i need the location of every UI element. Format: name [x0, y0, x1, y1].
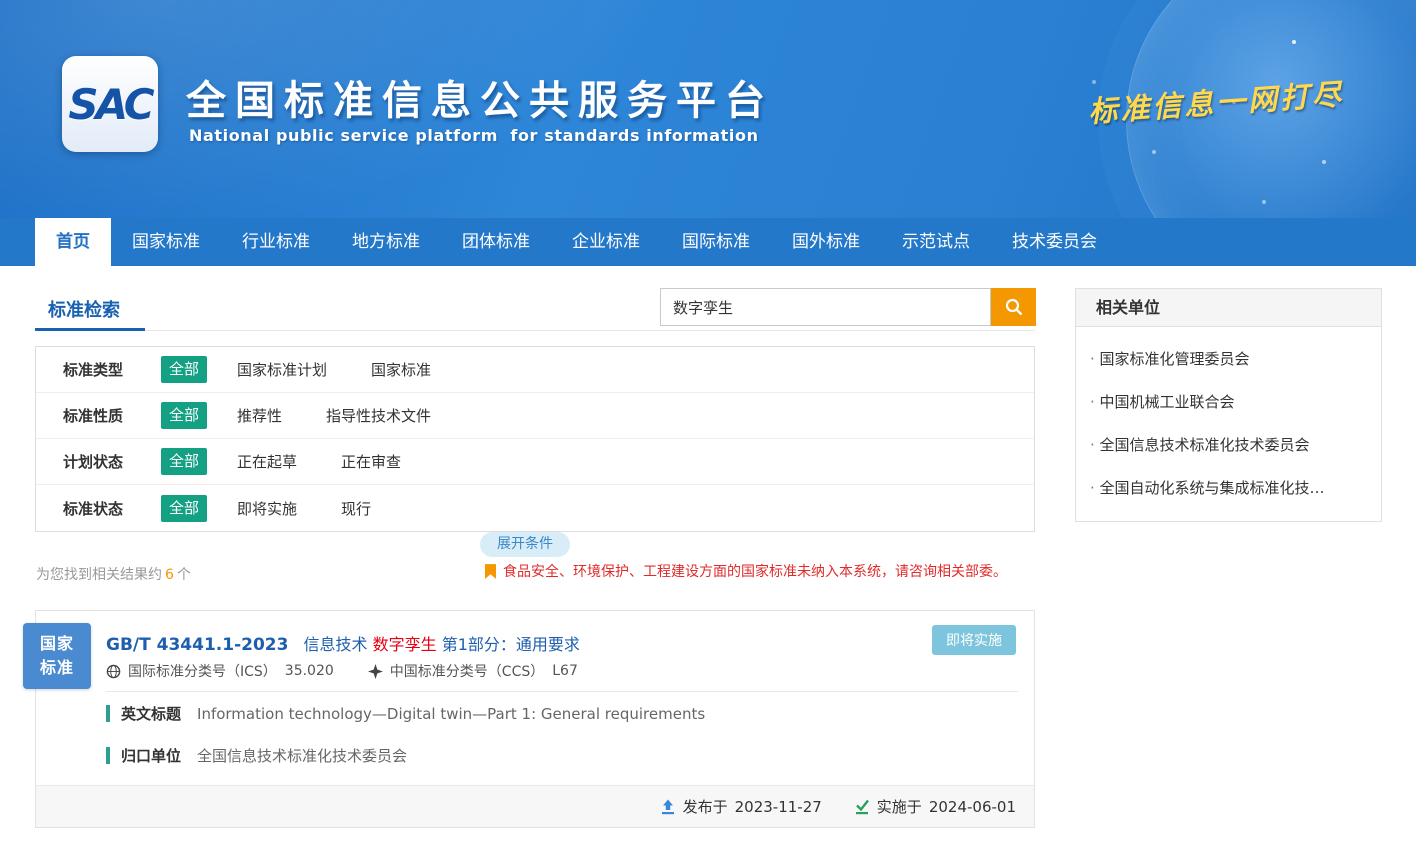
filter-all-button[interactable]: 全部: [161, 448, 207, 475]
national-standard-badge: 国家标准: [23, 623, 91, 689]
implementation-date: 2024-06-01: [929, 798, 1016, 816]
national-standard-badge-label: 国家标准: [39, 632, 75, 680]
site-title: 全国标准信息公共服务平台: [186, 68, 774, 126]
globe-dots-decoration: [1292, 40, 1296, 44]
english-title-row: 英文标题 Information technology—Digital twin…: [106, 703, 705, 724]
sac-logo-text: SAC: [68, 80, 151, 129]
filter-label: 标准性质: [63, 405, 161, 426]
site-subtitle: National public service platform for sta…: [189, 126, 759, 145]
nav-item-national-standards[interactable]: 国家标准: [111, 218, 221, 266]
standard-title-link[interactable]: GB/T 43441.1-2023 信息技术 数字孪生 第1部分：通用要求: [106, 631, 580, 655]
filter-option[interactable]: 国家标准: [371, 359, 431, 380]
result-count-number: 6: [162, 567, 177, 583]
nav-item-foreign-standards[interactable]: 国外标准: [771, 218, 881, 266]
card-divider: [106, 691, 1018, 692]
related-units-panel: 相关单位 国家标准化管理委员会 中国机械工业联合会 全国信息技术标准化技术委员会…: [1075, 288, 1382, 522]
filter-option[interactable]: 正在起草: [237, 451, 297, 472]
nav-item-industry-standards[interactable]: 行业标准: [221, 218, 331, 266]
nav-item-local-standards[interactable]: 地方标准: [331, 218, 441, 266]
main-nav: 首页 国家标准 行业标准 地方标准 团体标准 企业标准 国际标准 国外标准 示范…: [0, 218, 1416, 266]
ccs-value: L67: [552, 663, 578, 679]
implemented-check-icon: [854, 799, 870, 815]
standard-code: GB/T 43441.1-2023: [106, 635, 288, 655]
nav-item-technical-committee[interactable]: 技术委员会: [991, 218, 1118, 266]
filter-label: 标准类型: [63, 359, 161, 380]
related-units-title: 相关单位: [1076, 289, 1381, 327]
implementation-label: 实施于: [877, 796, 922, 817]
implementation-date-group: 实施于 2024-06-01: [854, 796, 1016, 817]
nav-item-home[interactable]: 首页: [35, 218, 111, 266]
responsible-org-label: 归口单位: [121, 745, 181, 766]
search-icon: [1004, 297, 1024, 317]
standard-title-highlight: 数字孪生: [373, 635, 437, 654]
filter-panel: 标准类型 全部 国家标准计划 国家标准 标准性质 全部 推荐性 指导性技术文件 …: [35, 346, 1035, 532]
result-count-prefix: 为您找到相关结果约: [36, 567, 162, 583]
filter-row-standard-status: 标准状态 全部 即将实施 现行: [36, 485, 1034, 531]
nav-item-enterprise-standards[interactable]: 企业标准: [551, 218, 661, 266]
compass-icon: [368, 664, 383, 679]
nav-item-group-standards[interactable]: 团体标准: [441, 218, 551, 266]
standard-title-part1: 信息技术: [304, 635, 368, 654]
english-title-label: 英文标题: [121, 703, 181, 724]
filter-all-button[interactable]: 全部: [161, 356, 207, 383]
english-title-value: Information technology—Digital twin—Part…: [197, 705, 705, 723]
globe-icon: [106, 664, 121, 679]
responsible-org-value: 全国信息技术标准化技术委员会: [197, 745, 407, 766]
related-unit-automation-systems-committee[interactable]: 全国自动化系统与集成标准化技…: [1076, 466, 1381, 509]
filter-row-standard-nature: 标准性质 全部 推荐性 指导性技术文件: [36, 393, 1034, 439]
system-notice: 食品安全、环境保护、工程建设方面的国家标准未纳入本系统，请咨询相关部委。: [485, 561, 1007, 581]
filter-row-plan-status: 计划状态 全部 正在起草 正在审查: [36, 439, 1034, 485]
filter-option[interactable]: 现行: [341, 498, 371, 519]
search-input[interactable]: [660, 288, 991, 326]
ics-value: 35.020: [285, 663, 334, 679]
filter-label: 标准状态: [63, 498, 161, 519]
filter-label: 计划状态: [63, 451, 161, 472]
tab-active-underline: [35, 328, 145, 331]
ccs-label: 中国标准分类号（CCS）: [390, 661, 544, 681]
filter-all-button[interactable]: 全部: [161, 402, 207, 429]
card-footer: 发布于 2023-11-27 实施于 2024-06-01: [36, 785, 1034, 827]
responsible-org-row: 归口单位 全国信息技术标准化技术委员会: [106, 745, 407, 766]
teal-bar-decoration: [106, 705, 110, 722]
related-unit-it-standardization-committee[interactable]: 全国信息技术标准化技术委员会: [1076, 423, 1381, 466]
result-count-suffix: 个: [177, 567, 191, 583]
related-unit-machinery-federation[interactable]: 中国机械工业联合会: [1076, 380, 1381, 423]
sac-logo[interactable]: SAC: [62, 56, 158, 152]
search-button[interactable]: [991, 288, 1036, 326]
result-count: 为您找到相关结果约6个: [36, 564, 191, 584]
status-badge: 即将实施: [932, 625, 1016, 655]
nav-item-international-standards[interactable]: 国际标准: [661, 218, 771, 266]
teal-bar-decoration: [106, 747, 110, 764]
expand-conditions-button[interactable]: 展开条件: [480, 532, 570, 557]
site-header: SAC 全国标准信息公共服务平台 National public service…: [0, 0, 1416, 218]
tab-standard-search[interactable]: 标准检索: [48, 296, 120, 322]
result-card: 国家标准 GB/T 43441.1-2023 信息技术 数字孪生 第1部分：通用…: [35, 610, 1035, 828]
bookmark-icon: [485, 564, 496, 579]
publish-date-group: 发布于 2023-11-27: [660, 796, 822, 817]
filter-option[interactable]: 国家标准计划: [237, 359, 327, 380]
filter-option[interactable]: 正在审查: [341, 451, 401, 472]
filter-all-button[interactable]: 全部: [161, 495, 207, 522]
publish-date: 2023-11-27: [735, 798, 822, 816]
notice-text: 食品安全、环境保护、工程建设方面的国家标准未纳入本系统，请咨询相关部委。: [503, 561, 1007, 581]
standard-meta: 国际标准分类号（ICS） 35.020 中国标准分类号（CCS） L67: [106, 661, 578, 681]
tab-baseline-divider: [35, 330, 1035, 331]
related-units-list: 国家标准化管理委员会 中国机械工业联合会 全国信息技术标准化技术委员会 全国自动…: [1076, 327, 1381, 521]
related-unit-sac[interactable]: 国家标准化管理委员会: [1076, 337, 1381, 380]
filter-option[interactable]: 推荐性: [237, 405, 282, 426]
publish-icon: [660, 799, 676, 815]
standard-title-part2: 第1部分：通用要求: [442, 635, 580, 654]
filter-row-standard-type: 标准类型 全部 国家标准计划 国家标准: [36, 347, 1034, 393]
nav-item-pilot[interactable]: 示范试点: [881, 218, 991, 266]
filter-option[interactable]: 指导性技术文件: [326, 405, 431, 426]
ics-label: 国际标准分类号（ICS）: [128, 661, 277, 681]
filter-option[interactable]: 即将实施: [237, 498, 297, 519]
publish-label: 发布于: [683, 796, 728, 817]
